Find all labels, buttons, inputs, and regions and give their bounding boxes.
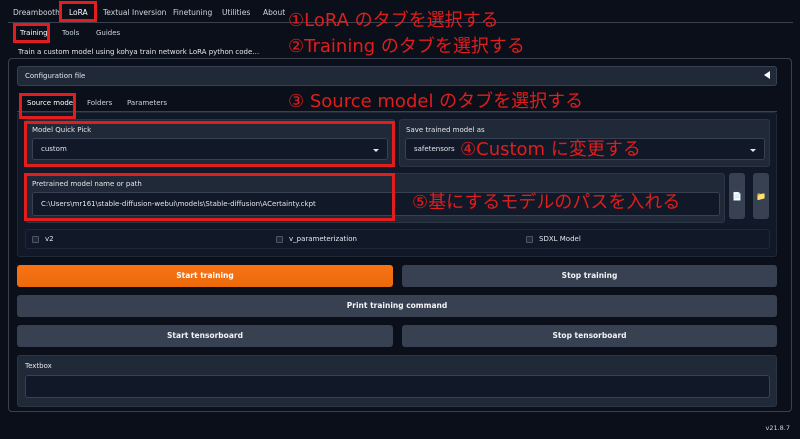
annotation-step-2: ②Training のタブを選択する	[288, 36, 525, 57]
save-model-as-label: Save trained model as	[406, 126, 485, 134]
tab-folders[interactable]: Folders	[87, 99, 112, 107]
annotation-step-3: ③ Source model のタブを選択する	[288, 91, 584, 112]
sdxl-model-checkbox[interactable]: SDXL Model	[526, 235, 581, 243]
textbox-input[interactable]	[25, 375, 770, 398]
sdxl-model-label: SDXL Model	[539, 235, 581, 243]
caret-down-icon	[750, 149, 756, 152]
v2-label: v2	[45, 235, 54, 243]
save-model-as-value: safetensors	[414, 145, 455, 153]
page-description: Train a custom model using kohya train n…	[18, 48, 260, 56]
highlight-box-pretrained	[24, 173, 395, 221]
textbox-label: Textbox	[25, 362, 52, 370]
annotation-step-1: ①LoRA のタブを選択する	[288, 10, 499, 31]
configuration-file-accordion[interactable]: Configuration file	[17, 66, 777, 86]
start-tensorboard-button[interactable]: Start tensorboard	[17, 325, 393, 347]
tab-parameters[interactable]: Parameters	[127, 99, 167, 107]
highlight-box-training	[13, 23, 50, 43]
tab-finetuning[interactable]: Finetuning	[173, 8, 212, 17]
v2-checkbox[interactable]: v2	[32, 235, 54, 243]
tab-guides[interactable]: Guides	[96, 29, 120, 37]
tab-about[interactable]: About	[263, 8, 285, 17]
tab-dreambooth[interactable]: Dreambooth	[13, 8, 60, 17]
stop-tensorboard-button[interactable]: Stop tensorboard	[402, 325, 777, 347]
tab-textual-inversion[interactable]: Textual Inversion	[103, 8, 166, 17]
annotation-step-4: ④Custom に変更する	[460, 139, 641, 160]
v-parameterization-checkbox[interactable]: v_parameterization	[276, 235, 357, 243]
folder-icon: 📁	[756, 192, 766, 201]
file-picker-button[interactable]: 📄	[729, 173, 745, 219]
triangle-left-icon	[764, 71, 770, 79]
highlight-box-lora	[59, 1, 97, 22]
start-training-button[interactable]: Start training	[17, 265, 393, 287]
folder-picker-button[interactable]: 📁	[753, 173, 769, 219]
tab-tools[interactable]: Tools	[62, 29, 79, 37]
annotation-step-5: ⑤基にするモデルのパスを入れる	[412, 192, 681, 213]
tab-utilities[interactable]: Utilities	[222, 8, 250, 17]
model-options: v2 v_parameterization SDXL Model	[25, 229, 770, 249]
highlight-box-source-model	[19, 93, 76, 119]
highlight-box-quick-pick	[24, 121, 395, 167]
file-icon: 📄	[732, 192, 742, 201]
configuration-file-label: Configuration file	[25, 72, 86, 80]
print-training-command-button[interactable]: Print training command	[17, 295, 777, 317]
version-label: v21.8.7	[765, 424, 790, 432]
v-parameterization-label: v_parameterization	[289, 235, 357, 243]
stop-training-button[interactable]: Stop training	[402, 265, 777, 287]
textbox-block: Textbox	[17, 355, 777, 407]
